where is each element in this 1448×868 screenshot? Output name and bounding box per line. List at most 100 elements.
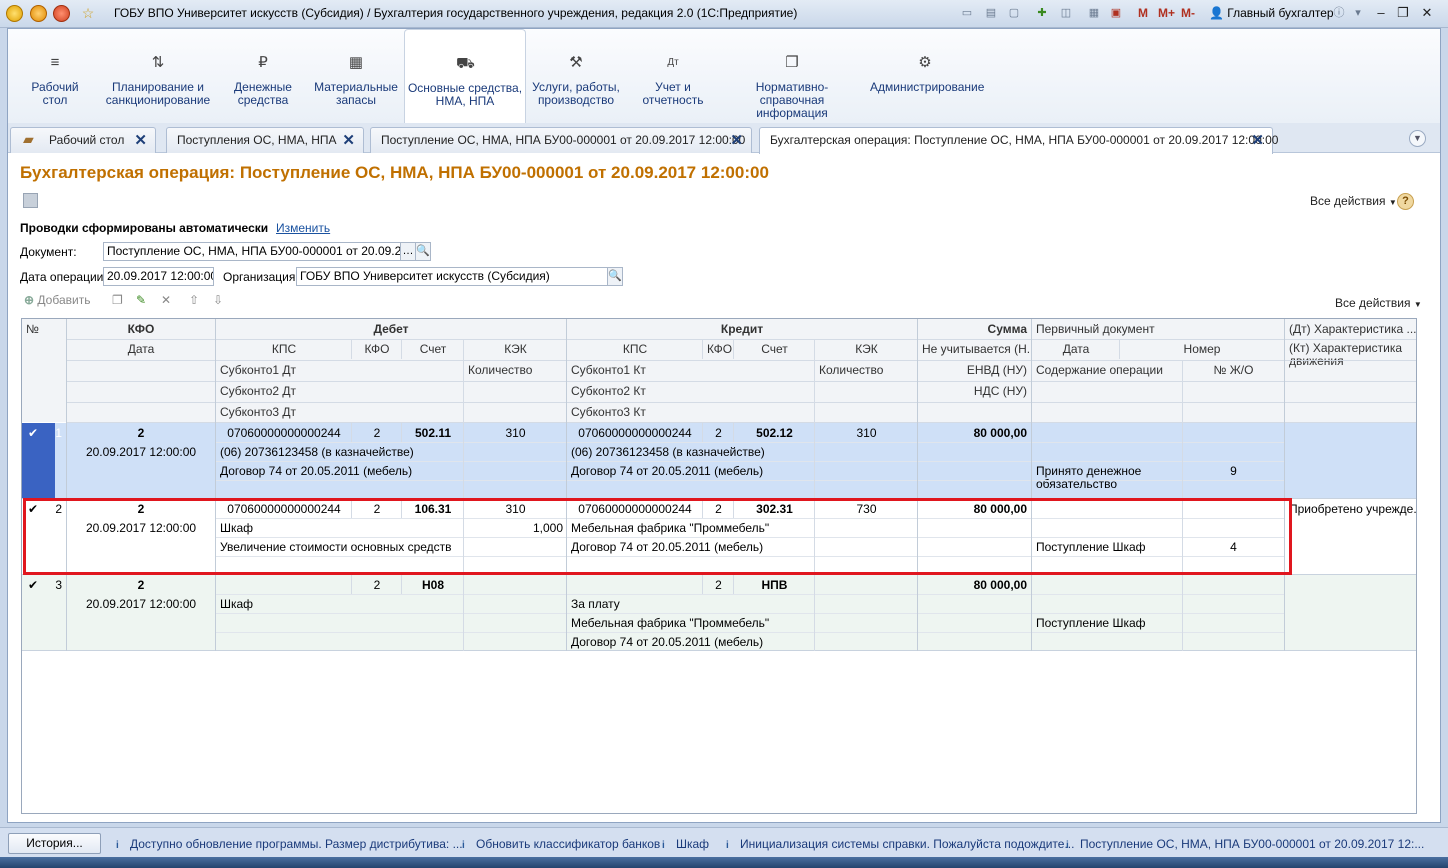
row-date[interactable]: 20.09.2017 12:00:00 bbox=[67, 594, 215, 614]
save-icon[interactable]: ▭ bbox=[959, 6, 975, 21]
1c-logo-icon[interactable] bbox=[6, 5, 23, 22]
memory-plus-button[interactable]: M+ bbox=[1158, 6, 1175, 20]
row-dt-qty[interactable] bbox=[464, 442, 567, 462]
section-cash[interactable]: ₽ Денежные средства bbox=[226, 29, 300, 123]
all-actions-button[interactable]: Все действия ▼ bbox=[1310, 194, 1397, 208]
row-kt-qty[interactable] bbox=[815, 442, 918, 462]
info-icon[interactable]: ⓘ bbox=[1331, 6, 1347, 21]
status-item-update[interactable]: i Доступно обновление программы. Размер д… bbox=[116, 837, 463, 852]
close-circle-icon[interactable] bbox=[53, 5, 70, 22]
memory-minus-button[interactable]: M- bbox=[1181, 6, 1195, 20]
row-kt-kps[interactable] bbox=[567, 575, 703, 595]
row-kt-kek[interactable]: 310 bbox=[815, 423, 918, 443]
section-services[interactable]: ⚒ Услуги, работы, производство bbox=[530, 29, 622, 123]
status-item-wardrobe[interactable]: i Шкаф bbox=[662, 837, 709, 852]
menu-dropdown-icon[interactable] bbox=[30, 5, 47, 22]
row-kt-subconto1[interactable]: За плату bbox=[567, 594, 815, 614]
section-reporting[interactable]: Дт Учет и отчетность bbox=[634, 29, 712, 123]
tabs-dropdown-icon[interactable]: ▼ bbox=[1409, 130, 1426, 147]
row-dt-subconto1[interactable]: (06) 20736123458 (в казначействе) bbox=[216, 442, 464, 462]
document-select-button[interactable]: … bbox=[400, 242, 416, 261]
row-kfo[interactable]: 2 bbox=[67, 575, 215, 595]
user-name[interactable]: 👤 Главный бухгалтер bbox=[1209, 6, 1334, 20]
maximize-icon[interactable]: ❐ bbox=[1394, 5, 1412, 21]
row-dt-subconto3[interactable] bbox=[216, 632, 464, 652]
close-tab-icon[interactable]: ✕ bbox=[134, 131, 147, 149]
row-sum[interactable]: 80 000,00 bbox=[918, 423, 1031, 443]
row-kt-kfo[interactable]: 2 bbox=[703, 423, 734, 443]
print-icon[interactable]: ▤ bbox=[983, 6, 999, 21]
row-dt-account[interactable]: 502.11 bbox=[402, 423, 464, 443]
row-kt-kek[interactable] bbox=[815, 575, 918, 595]
section-reference[interactable]: ❐ Нормативно-справочная информация bbox=[724, 29, 860, 123]
edit-icon[interactable]: ✎ bbox=[136, 293, 146, 307]
tab-desktop[interactable]: ▰ Рабочий стол ✕ bbox=[10, 127, 156, 153]
status-item-receipt[interactable]: i Поступление ОС, НМА, НПА БУ00-000001 от… bbox=[1066, 837, 1424, 852]
row-dt-subconto3[interactable] bbox=[216, 480, 464, 500]
row-dt-kps[interactable]: 07060000000000244 bbox=[216, 423, 352, 443]
section-fixed-assets[interactable]: ⛟ Основные средства, НМА, НПА bbox=[404, 29, 526, 123]
row-dt-subconto2[interactable]: Договор 74 от 20.05.2011 (мебель) bbox=[216, 461, 464, 481]
row-dt-kps[interactable] bbox=[216, 575, 352, 595]
operation-date-field[interactable]: 20.09.2017 12:00:00 bbox=[103, 267, 214, 286]
add-button[interactable]: ⊕ Добавить bbox=[24, 293, 90, 307]
row-kt-account[interactable]: НПВ bbox=[734, 575, 815, 595]
row-kt-kfo[interactable]: 2 bbox=[703, 575, 734, 595]
close-tab-icon[interactable]: ✕ bbox=[730, 131, 743, 149]
section-desktop[interactable]: ≡ Рабочий стол bbox=[16, 29, 94, 123]
close-tab-icon[interactable]: ✕ bbox=[342, 131, 355, 149]
organization-field[interactable]: ГОБУ ВПО Университет искусств (Субсидия) bbox=[296, 267, 608, 286]
add-favorite-icon[interactable]: ✚ bbox=[1034, 6, 1050, 21]
favorite-star-icon[interactable]: ☆ bbox=[80, 6, 96, 21]
row-dt-kfo[interactable]: 2 bbox=[352, 423, 402, 443]
copy-icon[interactable]: ❐ bbox=[112, 293, 123, 307]
row-dt-kek[interactable] bbox=[464, 575, 567, 595]
minimize-icon[interactable]: – bbox=[1372, 5, 1390, 21]
status-item-banks[interactable]: i Обновить классификатор банков bbox=[462, 837, 660, 852]
row-sum[interactable]: 80 000,00 bbox=[918, 575, 1031, 595]
chevron-down-icon[interactable]: ▾ bbox=[1350, 6, 1366, 21]
organization-open-icon[interactable]: 🔍 bbox=[607, 267, 623, 286]
row-jo[interactable]: 9 bbox=[1183, 461, 1284, 481]
history-button[interactable]: История... bbox=[8, 833, 101, 854]
row-kfo[interactable]: 2 bbox=[67, 423, 215, 443]
move-down-icon[interactable]: ⇩ bbox=[213, 293, 223, 307]
row-characteristic[interactable] bbox=[1285, 575, 1416, 595]
tab-receipts-list[interactable]: Поступления ОС, НМА, НПА ✕ bbox=[166, 127, 364, 153]
status-item-help-init[interactable]: i Инициализация системы справки. Пожалуйс… bbox=[726, 837, 1074, 852]
row-dt-subconto1[interactable]: Шкаф bbox=[216, 594, 464, 614]
row-characteristic[interactable]: Приобретено учрежде... bbox=[1285, 499, 1416, 519]
row-kt-account[interactable]: 502.12 bbox=[734, 423, 815, 443]
calculator-icon[interactable]: ▦ bbox=[1086, 6, 1102, 21]
section-planning[interactable]: ⇅ Планирование и санкционирование bbox=[102, 29, 214, 123]
row-dt-kek[interactable]: 310 bbox=[464, 423, 567, 443]
document-open-icon[interactable]: 🔍 bbox=[415, 242, 431, 261]
tab-receipt-doc[interactable]: Поступление ОС, НМА, НПА БУ00-000001 от … bbox=[370, 127, 752, 153]
row-kt-subconto3[interactable]: Договор 74 от 20.05.2011 (мебель) bbox=[567, 632, 815, 652]
row-jo[interactable] bbox=[1183, 613, 1284, 633]
delete-icon[interactable]: ✕ bbox=[161, 293, 171, 307]
section-materials[interactable]: ▦ Материальные запасы bbox=[312, 29, 400, 123]
memory-button[interactable]: M bbox=[1138, 6, 1148, 20]
row-kt-subconto2[interactable]: Договор 74 от 20.05.2011 (мебель) bbox=[567, 461, 815, 481]
row-dt-subconto2[interactable] bbox=[216, 613, 464, 633]
move-up-icon[interactable]: ⇧ bbox=[189, 293, 199, 307]
change-link[interactable]: Изменить bbox=[276, 221, 330, 235]
save-icon[interactable] bbox=[23, 193, 38, 208]
row-date[interactable]: 20.09.2017 12:00:00 bbox=[67, 442, 215, 462]
row-kt-qty[interactable] bbox=[815, 594, 918, 614]
preview-icon[interactable]: ▢ bbox=[1006, 6, 1022, 21]
history-icon[interactable]: ◫ bbox=[1058, 6, 1074, 21]
row-kt-subconto3[interactable] bbox=[567, 480, 815, 500]
close-tab-icon[interactable]: ✕ bbox=[1251, 131, 1264, 149]
section-admin[interactable]: ⚙ Администрирование bbox=[870, 29, 984, 123]
row-check-icon[interactable]: ✔ bbox=[22, 575, 44, 595]
row-kt-subconto2[interactable]: Мебельная фабрика "Проммебель" bbox=[567, 613, 815, 633]
close-icon[interactable]: ✕ bbox=[1418, 5, 1436, 21]
row-check-icon[interactable]: ✔ bbox=[22, 423, 44, 443]
row-kt-subconto1[interactable]: (06) 20736123458 (в казначействе) bbox=[567, 442, 815, 462]
help-icon[interactable]: ? bbox=[1397, 193, 1414, 210]
grid-all-actions-button[interactable]: Все действия ▼ bbox=[1335, 296, 1422, 310]
row-characteristic[interactable] bbox=[1285, 423, 1416, 443]
row-dt-kfo[interactable]: 2 bbox=[352, 575, 402, 595]
